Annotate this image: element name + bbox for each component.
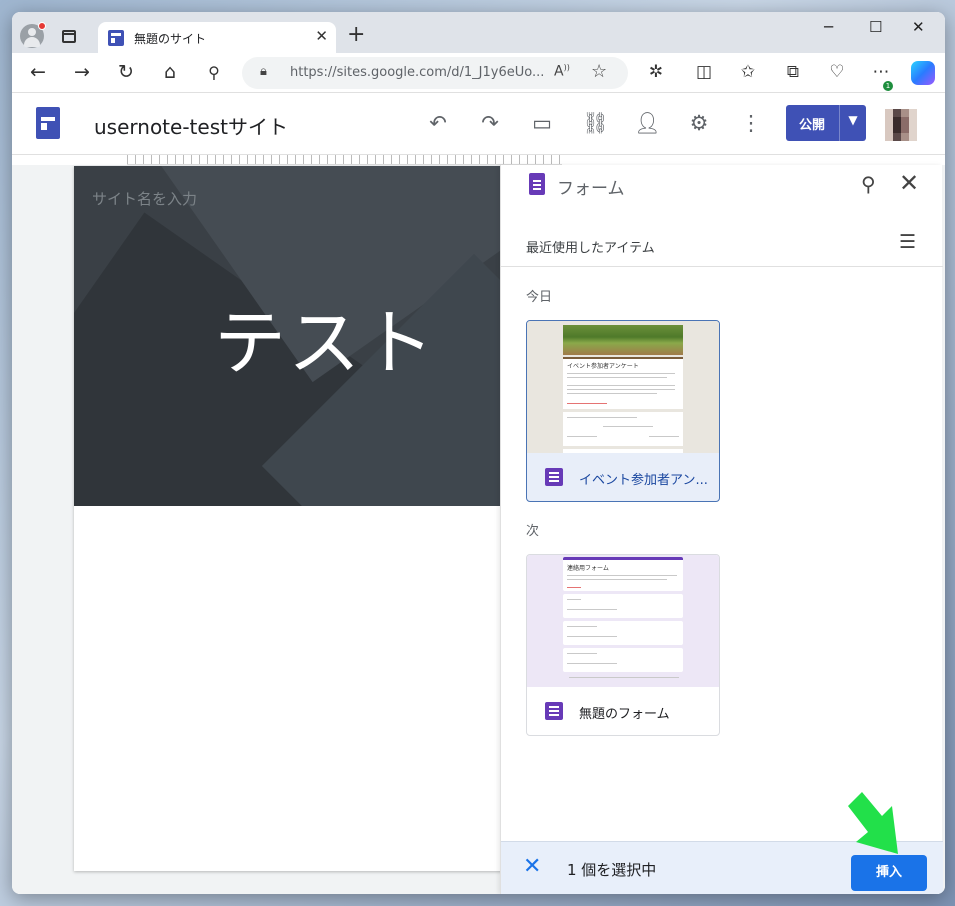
section-today-label: 今日 [526, 290, 553, 305]
green-arrow-annotation [848, 792, 898, 854]
card-footer: 無題のフォーム [527, 687, 719, 735]
split-screen-icon[interactable]: ◫ [693, 62, 715, 82]
address-bar[interactable]: 🔒︎ https://sites.google.com/d/1_J1y6eUo.… [242, 57, 628, 89]
url-text: https://sites.google.com/d/1_J1y6eUo... [290, 65, 545, 80]
google-forms-icon [529, 173, 545, 195]
lock-icon[interactable]: 🔒︎ [260, 64, 267, 79]
form-name: 無題のフォーム [579, 707, 670, 722]
settings-gear-icon[interactable]: ⚙ [686, 111, 712, 135]
new-tab-icon[interactable]: + [347, 22, 365, 47]
tab-actions-icon[interactable] [62, 30, 76, 43]
search-icon[interactable]: ⚲ [202, 63, 226, 82]
notification-badge-icon: 1 [883, 81, 893, 91]
tab-active[interactable]: 無題のサイト ✕ [98, 22, 336, 53]
copilot-icon[interactable] [911, 61, 935, 85]
tab-bar: 無題のサイト ✕ + ─ ☐ ✕ [12, 12, 945, 53]
copy-link-icon[interactable]: ⛓ [582, 111, 609, 136]
insert-forms-panel: フォーム ⚲ ✕ 最近使用したアイテム ☰ 今日 イベント参加者アンケート イベ… [500, 165, 943, 894]
maximize-icon[interactable]: ☐ [869, 18, 882, 36]
hero-title[interactable]: テスト [214, 284, 436, 389]
undo-icon[interactable]: ↶ [425, 111, 451, 135]
publish-dropdown-icon[interactable]: ▼ [840, 113, 866, 127]
site-page: サイト名を入力 テスト [74, 166, 512, 871]
form-card-event-survey[interactable]: イベント参加者アンケート イベント参加者アン... [526, 320, 720, 502]
window-close-icon[interactable]: ✕ [912, 18, 925, 36]
extensions-icon[interactable]: ✲ [645, 62, 667, 82]
ruler [127, 155, 562, 165]
panel-header: フォーム ⚲ ✕ [501, 165, 943, 205]
more-menu-icon[interactable]: ⋯ [870, 62, 892, 82]
browser-essentials-icon[interactable]: ♡ [826, 62, 848, 82]
navigation-bar: ← → ↻ ⌂ ⚲ 🔒︎ https://sites.google.com/d/… [12, 53, 945, 93]
sites-header: usernote-testサイト ↶ ↷ ▭ ⛓ 👤︎ ⚙ ⋮ 公開 ▼ [12, 93, 945, 155]
form-file-icon [545, 468, 563, 486]
selection-count: 1 個を選択中 [567, 861, 657, 879]
more-vert-icon[interactable]: ⋮ [738, 111, 764, 135]
preview-devices-icon[interactable]: ▭ [529, 111, 555, 135]
form-card-untitled[interactable]: 連絡用フォーム 無題のフォーム [526, 554, 720, 736]
sites-favicon-icon [108, 30, 124, 46]
form-file-icon [545, 702, 563, 720]
minimize-icon[interactable]: ─ [824, 18, 833, 36]
back-icon[interactable]: ← [26, 61, 50, 83]
form-thumbnail: イベント参加者アンケート [527, 321, 719, 453]
recent-items-row: 最近使用したアイテム ☰ [501, 221, 943, 267]
thumb-title: イベント参加者アンケート [567, 363, 639, 370]
sites-logo-icon[interactable] [36, 107, 60, 139]
tab-title: 無題のサイト [134, 32, 207, 46]
collections-icon[interactable]: ⧉ [782, 62, 804, 82]
insert-button[interactable]: 挿入 [851, 855, 927, 891]
favorites-icon[interactable]: ✩ [737, 62, 759, 82]
site-name-input[interactable]: サイト名を入力 [92, 188, 197, 209]
hero-header[interactable]: サイト名を入力 テスト [74, 166, 512, 506]
thumb-title: 連絡用フォーム [567, 565, 609, 572]
form-thumbnail: 連絡用フォーム [527, 555, 719, 687]
user-avatar[interactable] [885, 109, 917, 141]
panel-search-icon[interactable]: ⚲ [861, 172, 876, 196]
card-footer: イベント参加者アン... [527, 453, 719, 501]
panel-close-icon[interactable]: ✕ [899, 169, 919, 197]
forward-icon[interactable]: → [70, 61, 94, 83]
site-document-title[interactable]: usernote-testサイト [94, 111, 288, 140]
recent-items-label: 最近使用したアイテム [526, 241, 655, 256]
list-view-icon[interactable]: ☰ [899, 231, 916, 253]
home-icon[interactable]: ⌂ [158, 61, 182, 83]
publish-label: 公開 [798, 118, 825, 133]
favorite-star-icon[interactable]: ☆ [591, 61, 607, 82]
browser-window: 無題のサイト ✕ + ─ ☐ ✕ ← → ↻ ⌂ ⚲ 🔒︎ https://si… [12, 12, 945, 894]
clear-selection-icon[interactable]: ✕ [523, 854, 541, 879]
section-next-label: 次 [526, 524, 540, 539]
redo-icon[interactable]: ↷ [477, 111, 503, 135]
publish-button[interactable]: 公開 ▼ [786, 105, 866, 141]
profile-avatar-icon[interactable] [20, 22, 46, 48]
form-name: イベント参加者アン... [579, 473, 708, 488]
share-add-user-icon[interactable]: 👤︎ [634, 111, 661, 136]
panel-title: フォーム [557, 179, 625, 199]
tab-close-icon[interactable]: ✕ [315, 27, 328, 45]
reload-icon[interactable]: ↻ [114, 61, 138, 83]
read-aloud-icon[interactable]: A)) [554, 63, 570, 80]
